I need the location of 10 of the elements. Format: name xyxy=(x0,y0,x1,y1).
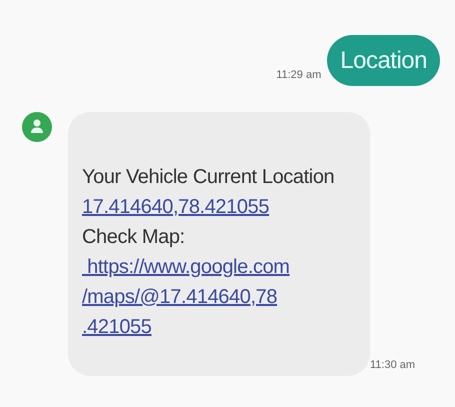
message-link[interactable]: 17.414640,78.421055 xyxy=(82,192,270,222)
message-link[interactable]: https://www.google.com xyxy=(82,252,290,282)
message-text: Your Vehicle Current Location xyxy=(82,165,334,190)
message-link[interactable]: .421055 xyxy=(82,312,152,342)
message-link[interactable]: /maps/@17.414640,78 xyxy=(82,282,278,312)
message-text: Check Map: xyxy=(82,225,185,250)
message-time: 11:30 am xyxy=(370,359,416,373)
message-time: 11:29 am xyxy=(276,69,322,83)
sent-message: Location xyxy=(327,35,440,86)
avatar-icon xyxy=(22,112,52,142)
